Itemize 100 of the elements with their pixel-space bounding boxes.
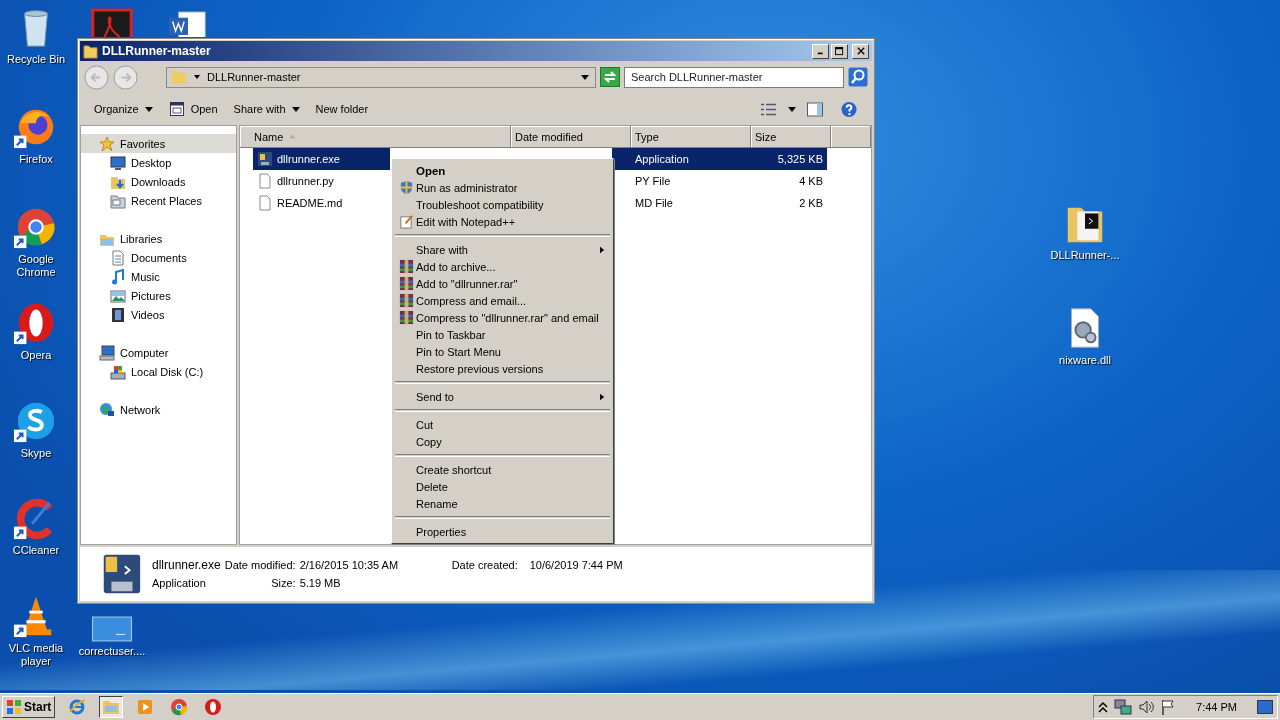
menu-item[interactable]: Cut bbox=[394, 416, 611, 433]
nav-item[interactable]: Music bbox=[81, 267, 236, 286]
caret-icon bbox=[144, 105, 153, 113]
desktop-shortcut[interactable]: Firefox bbox=[0, 104, 74, 166]
menu-item[interactable]: Pin to Start Menu bbox=[394, 343, 611, 360]
maximize-button[interactable] bbox=[831, 43, 848, 59]
file-size: 4 KB bbox=[798, 174, 824, 189]
desktop-shortcut[interactable]: nixware.dll bbox=[1047, 305, 1123, 367]
nav-item[interactable]: Libraries bbox=[81, 229, 236, 248]
desktop-shortcut[interactable]: correctuser.... bbox=[74, 600, 150, 658]
menu-item[interactable]: Compress and email... bbox=[394, 292, 611, 309]
search-field[interactable]: Search DLLRunner-master bbox=[624, 66, 844, 88]
browser-icon bbox=[68, 698, 87, 716]
notepad-icon bbox=[398, 214, 414, 229]
desktop-shortcut[interactable]: Recycle Bin bbox=[0, 4, 74, 66]
close-button[interactable] bbox=[852, 43, 869, 59]
menu-item[interactable]: Pin to Taskbar bbox=[394, 326, 611, 343]
toolbar-button[interactable]: Organize bbox=[88, 100, 159, 118]
desktop-shortcut[interactable]: Opera bbox=[0, 300, 74, 362]
preview-pane-icon[interactable] bbox=[806, 100, 824, 118]
table-cell[interactable]: dllrunner.py bbox=[253, 170, 390, 192]
detail-value: 10/6/2019 7:44 PM bbox=[529, 559, 623, 571]
music-note-icon bbox=[110, 268, 126, 285]
nav-item[interactable]: Network bbox=[81, 400, 236, 419]
caret-icon[interactable] bbox=[788, 105, 796, 113]
menu-item[interactable]: Compress to "dllrunner.rar" and email bbox=[394, 309, 611, 326]
nav-item[interactable]: Local Disk (C:) bbox=[81, 362, 236, 381]
desktop-shortcut[interactable]: Skype bbox=[0, 398, 74, 460]
nav-label: Libraries bbox=[120, 232, 163, 245]
nav-item[interactable]: Pictures bbox=[81, 286, 236, 305]
menu-item[interactable]: Rename bbox=[394, 495, 611, 512]
desktop-shortcut[interactable]: DLLRunner-... bbox=[1047, 200, 1123, 262]
flag-icon[interactable] bbox=[1160, 699, 1177, 715]
drive-icon bbox=[110, 363, 126, 380]
column-header[interactable]: Date modified bbox=[511, 126, 631, 148]
menu-item[interactable]: Send to bbox=[394, 388, 611, 405]
dropdown-arrow-icon[interactable] bbox=[581, 73, 589, 81]
star-icon bbox=[99, 135, 115, 152]
taskbar-button[interactable] bbox=[99, 696, 124, 718]
nav-label: Documents bbox=[131, 251, 187, 264]
chevron-up-icon[interactable] bbox=[1098, 701, 1109, 713]
nav-label: Network bbox=[120, 403, 161, 416]
nav-item[interactable]: Desktop bbox=[81, 153, 236, 172]
menu-item[interactable]: Create shortcut bbox=[394, 461, 611, 478]
desktop-shortcut[interactable]: VLC media player bbox=[0, 593, 74, 668]
nav-item[interactable]: Downloads bbox=[81, 172, 236, 191]
nav-label: Local Disk (C:) bbox=[131, 365, 204, 378]
menu-item[interactable]: Properties bbox=[394, 523, 611, 540]
clock[interactable]: 7:44 PM bbox=[1196, 701, 1237, 713]
desktop-shortcut[interactable]: CCleaner bbox=[0, 495, 74, 557]
folder-icon bbox=[171, 69, 187, 85]
nav-item[interactable]: Recent Places bbox=[81, 191, 236, 210]
archive-icon bbox=[398, 276, 414, 291]
detail-label: Size: bbox=[271, 577, 296, 589]
nav-item[interactable]: Videos bbox=[81, 305, 236, 324]
network-icon[interactable] bbox=[1114, 699, 1133, 715]
file-type: Application bbox=[152, 577, 207, 589]
menu-item[interactable]: Add to archive... bbox=[394, 258, 611, 275]
address-bar[interactable]: DLLRunner-master bbox=[166, 66, 596, 88]
maximize-icon bbox=[835, 46, 844, 56]
play-icon bbox=[136, 698, 155, 716]
desktop-shortcut[interactable]: Google Chrome bbox=[0, 204, 74, 279]
minimize-button[interactable] bbox=[812, 43, 829, 59]
table-cell[interactable]: README.md bbox=[253, 192, 390, 214]
blank-file-icon bbox=[91, 616, 133, 642]
menu-item[interactable]: Restore previous versions bbox=[394, 360, 611, 377]
folder-icon bbox=[110, 249, 126, 266]
search-icon[interactable] bbox=[848, 67, 868, 87]
folder-icon bbox=[83, 43, 98, 59]
nav-item[interactable]: Favorites bbox=[81, 134, 236, 153]
toolbar-button[interactable]: Open bbox=[162, 98, 224, 120]
column-header[interactable]: Type bbox=[631, 126, 751, 148]
volume-icon[interactable] bbox=[1138, 699, 1155, 715]
file-type: PY File bbox=[634, 174, 672, 189]
nav-label: Pictures bbox=[131, 289, 171, 302]
start-button[interactable]: Start bbox=[2, 696, 56, 718]
file-name: dllrunner.py bbox=[277, 175, 334, 187]
menu-item[interactable]: Troubleshoot compatibility bbox=[394, 196, 611, 213]
menu-item[interactable]: Open bbox=[394, 162, 611, 179]
archive-icon bbox=[398, 310, 414, 325]
nav-item[interactable]: Documents bbox=[81, 248, 236, 267]
nav-item[interactable]: Computer bbox=[81, 343, 236, 362]
help-icon[interactable] bbox=[840, 100, 858, 118]
column-header[interactable]: Name bbox=[240, 126, 511, 148]
menu-item[interactable]: Share with bbox=[394, 241, 611, 258]
menu-item[interactable]: Copy bbox=[394, 433, 611, 450]
menu-item[interactable]: Edit with Notepad++ bbox=[394, 213, 611, 230]
globe-icon bbox=[99, 401, 115, 418]
detail-value: 5.19 MB bbox=[299, 577, 342, 589]
toolbar-button[interactable]: Share with bbox=[227, 100, 306, 118]
toolbar-button[interactable]: New folder bbox=[309, 100, 375, 118]
nav-label: Downloads bbox=[131, 175, 186, 188]
nav-label: Music bbox=[131, 270, 160, 283]
breadcrumb[interactable]: DLLRunner-master bbox=[207, 71, 301, 83]
refresh-button[interactable] bbox=[600, 67, 620, 87]
column-header[interactable]: Size bbox=[751, 126, 831, 148]
menu-item[interactable]: Add to "dllrunner.rar" bbox=[394, 275, 611, 292]
menu-item[interactable]: Run as administrator bbox=[394, 179, 611, 196]
menu-item[interactable]: Delete bbox=[394, 478, 611, 495]
table-cell[interactable]: dllrunner.exe bbox=[253, 148, 390, 170]
